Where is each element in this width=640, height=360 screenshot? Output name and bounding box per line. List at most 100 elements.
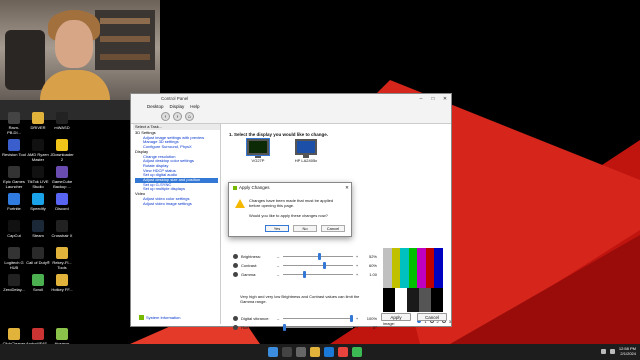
wifi-icon[interactable] [600,348,606,354]
desktop-icon[interactable]: Call of Duty® [26,247,50,266]
app-icon [32,328,44,340]
monitor-icon [246,138,270,156]
slider-label: Contrast: [241,263,258,268]
slider-track[interactable] [283,324,353,331]
menu-help[interactable]: Help [190,104,199,109]
dialog-title: Apply Changes [239,185,270,190]
desktop-icon[interactable]: Steam [26,220,50,239]
back-icon[interactable]: ‹ [161,112,170,121]
menu-bar: Desktop Display Help [131,103,451,110]
desktop-icon[interactable]: Anduril/F4S... [26,328,50,344]
edge-icon[interactable] [324,347,334,357]
close-icon[interactable]: ✕ [439,96,451,102]
desktop-icon[interactable]: JDownloader 2 [50,139,74,162]
search-icon[interactable] [282,347,292,357]
increase-button[interactable]: + [353,272,361,277]
slider-track[interactable] [283,262,353,269]
desktop: Ravn-PB.DI... DRIVER mWASD Revision Tool AMD… [0,0,640,344]
maximize-icon[interactable]: □ [427,96,439,102]
desktop-icon[interactable]: CapCut [2,220,26,239]
yes-button[interactable]: Yes [265,225,289,232]
app-icon [32,220,44,232]
apply-button[interactable]: Apply [381,313,411,321]
monitor-option[interactable]: VG27P [243,138,273,163]
desktop-icon-label: JDownloader 2 [50,152,74,162]
system-information-link[interactable]: System Information [139,315,180,320]
app-icon [56,220,68,232]
hue-icon [233,325,238,330]
monitor-option[interactable]: HP LA2405x [291,139,321,163]
slider-row: Digital vibrance: – +100% [233,314,378,323]
window-title: Control Panel [161,96,189,101]
desktop-icon-label: Ravn-PB.DI... [7,125,21,135]
desktop-icon[interactable]: ClickCleaner - Shortcut [2,328,26,344]
brightness-icon [233,254,238,259]
desktop-icon[interactable]: GameCube Backup ... [50,166,74,189]
desktop-icon[interactable]: Rekey-Fl... Tools [50,247,74,270]
home-icon[interactable]: ⌂ [185,112,194,121]
desktop-icon[interactable]: Revision Tool [2,139,26,158]
increase-button[interactable]: + [353,325,361,330]
monitor-label: VG27P [251,158,265,163]
brave-icon[interactable] [338,347,348,357]
desktop-icon[interactable]: Crosshair X [50,220,74,239]
desktop-icon-label: mWASD [54,125,70,130]
app-icon [56,328,68,340]
menu-desktop[interactable]: Desktop [147,104,164,109]
file-explorer-icon[interactable] [310,347,320,357]
title-bar[interactable]: Control Panel – □ ✕ [131,94,451,103]
desktop-icon[interactable]: Epic Games Launcher [2,166,26,189]
desktop-icon[interactable]: Hosmos Configurat... [50,328,74,344]
monitor-icon [295,139,317,155]
task-view-icon[interactable] [296,347,306,357]
slider-label: Digital vibrance: [241,316,270,321]
app-icon [32,112,44,124]
slider-track[interactable] [283,271,353,278]
app-icon [32,274,44,286]
app-icon [56,247,68,259]
app-icon[interactable] [352,347,362,357]
desktop-icon[interactable]: DRIVER [26,112,50,131]
slider-value: 1.00 [369,272,377,277]
desktop-icon[interactable]: Logitech G HUB [2,247,26,270]
slider-track[interactable] [283,315,353,322]
tree-item[interactable]: Adjust video image settings [135,201,218,207]
clock[interactable]: 12:58 PM 2/1/2024 [619,346,636,356]
slider-thumb[interactable] [317,253,321,260]
taskbar: 12:58 PM 2/1/2024 [0,344,640,360]
menu-display[interactable]: Display [170,104,185,109]
minimize-icon[interactable]: – [415,96,427,102]
dialog-cancel-button[interactable]: Cancel [321,225,345,232]
desktop-icon[interactable]: AMD Ryzen Master [26,139,50,162]
desktop-icon[interactable]: Speedify [26,193,50,212]
slider-track[interactable] [283,253,353,260]
increase-button[interactable]: + [353,254,361,259]
cancel-button[interactable]: Cancel [417,313,447,321]
slider-thumb[interactable] [350,315,353,322]
desktop-icon[interactable]: ZeroDelay... [2,274,26,293]
app-icon [8,328,20,340]
app-icon [32,139,44,151]
forward-icon[interactable]: › [173,112,182,121]
close-icon[interactable]: ✕ [343,185,351,191]
increase-button[interactable]: + [353,316,361,321]
increase-button[interactable]: + [353,263,361,268]
desktop-icon-label: Scroll [32,287,43,292]
desktop-icon-label: Logitech G HUB [4,260,24,270]
slider-thumb[interactable] [283,324,286,331]
desktop-icon[interactable]: Scroll [26,274,50,293]
volume-icon[interactable] [609,348,615,354]
desktop-icon[interactable]: TikTok LIVE Studio [26,166,50,189]
desktop-icon[interactable]: Hotkey FF... [50,274,74,293]
slider-thumb[interactable] [323,262,327,269]
start-icon[interactable] [268,347,278,357]
date: 2/1/2024 [620,351,636,356]
reference-image [383,248,443,312]
desktop-icon[interactable]: Discord [50,193,74,212]
desktop-icon[interactable]: Fortnite [2,193,26,212]
slider-thumb[interactable] [303,271,307,278]
desktop-icon[interactable]: Ravn-PB.DI... [2,112,26,135]
no-button[interactable]: No [293,225,317,232]
dialog-title-bar[interactable]: Apply Changes ✕ [229,183,351,192]
desktop-icon[interactable]: mWASD [50,112,74,131]
